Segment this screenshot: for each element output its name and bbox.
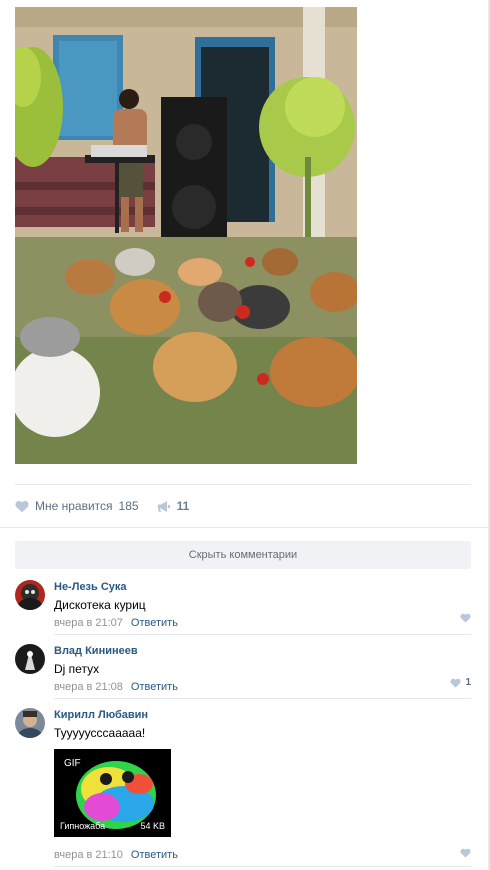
reply-button[interactable]: Ответить bbox=[131, 681, 178, 693]
comment-text: Дискотека куриц bbox=[54, 598, 146, 612]
gif-badge: GIF bbox=[64, 758, 81, 769]
gif-name: Гипножаба bbox=[60, 821, 106, 831]
avatar[interactable] bbox=[15, 580, 45, 610]
comment-like-count: 1 bbox=[465, 677, 471, 688]
avatar-image bbox=[15, 644, 45, 674]
megaphone-icon bbox=[157, 500, 170, 512]
avatar-image bbox=[15, 580, 45, 610]
post-photo[interactable] bbox=[15, 7, 357, 464]
comment-like-button[interactable]: 1 bbox=[450, 677, 471, 688]
heart-icon bbox=[15, 500, 29, 512]
comment-divider bbox=[54, 866, 471, 867]
comment-like-button[interactable] bbox=[460, 613, 471, 623]
avatar[interactable] bbox=[15, 644, 45, 674]
comment-time[interactable]: вчера в 21:08 bbox=[54, 681, 123, 693]
comment-item: Кирилл Любавин Тууууусссааааа! GIF Гипно… bbox=[15, 708, 471, 861]
comment-item: Влад Кининеев Dj петух вчера в 21:08 Отве… bbox=[15, 644, 471, 694]
post-photo-illustration bbox=[15, 7, 357, 464]
comment-divider bbox=[54, 634, 471, 635]
comment-author[interactable]: Влад Кининеев bbox=[54, 644, 471, 658]
comment-text: Тууууусссааааа! bbox=[54, 726, 146, 740]
like-label: Мне нравится bbox=[35, 499, 113, 513]
hide-comments-button[interactable]: Скрыть комментарии bbox=[15, 541, 471, 569]
reply-button[interactable]: Ответить bbox=[131, 617, 178, 629]
gif-size: 54 KB bbox=[140, 821, 165, 831]
like-button[interactable]: Мне нравится 185 bbox=[15, 499, 139, 513]
comment-author[interactable]: Кирилл Любавин bbox=[54, 708, 471, 722]
like-count: 185 bbox=[118, 499, 139, 513]
comment-author[interactable]: Не-Лезь Сука bbox=[54, 580, 471, 594]
comment-item: Не-Лезь Сука Дискотека куриц вчера в 21:… bbox=[15, 580, 471, 630]
avatar[interactable] bbox=[15, 708, 45, 738]
gif-attachment[interactable]: GIF Гипножаба 54 KB bbox=[54, 749, 171, 837]
post-divider-top bbox=[15, 484, 471, 485]
reply-button[interactable]: Ответить bbox=[131, 849, 178, 861]
heart-icon bbox=[460, 613, 471, 623]
comment-divider bbox=[54, 698, 471, 699]
heart-icon bbox=[450, 678, 461, 687]
comment-like-button[interactable] bbox=[460, 848, 471, 858]
post-divider-bottom bbox=[0, 527, 488, 528]
share-count: 11 bbox=[176, 499, 190, 513]
avatar-image bbox=[15, 708, 45, 738]
heart-icon bbox=[460, 848, 471, 858]
share-button[interactable]: 11 bbox=[157, 499, 190, 513]
post-actions: Мне нравится 185 11 bbox=[15, 497, 207, 515]
comment-text: Dj петух bbox=[54, 662, 100, 676]
comment-time[interactable]: вчера в 21:07 bbox=[54, 617, 123, 629]
comment-time[interactable]: вчера в 21:10 bbox=[54, 849, 123, 861]
